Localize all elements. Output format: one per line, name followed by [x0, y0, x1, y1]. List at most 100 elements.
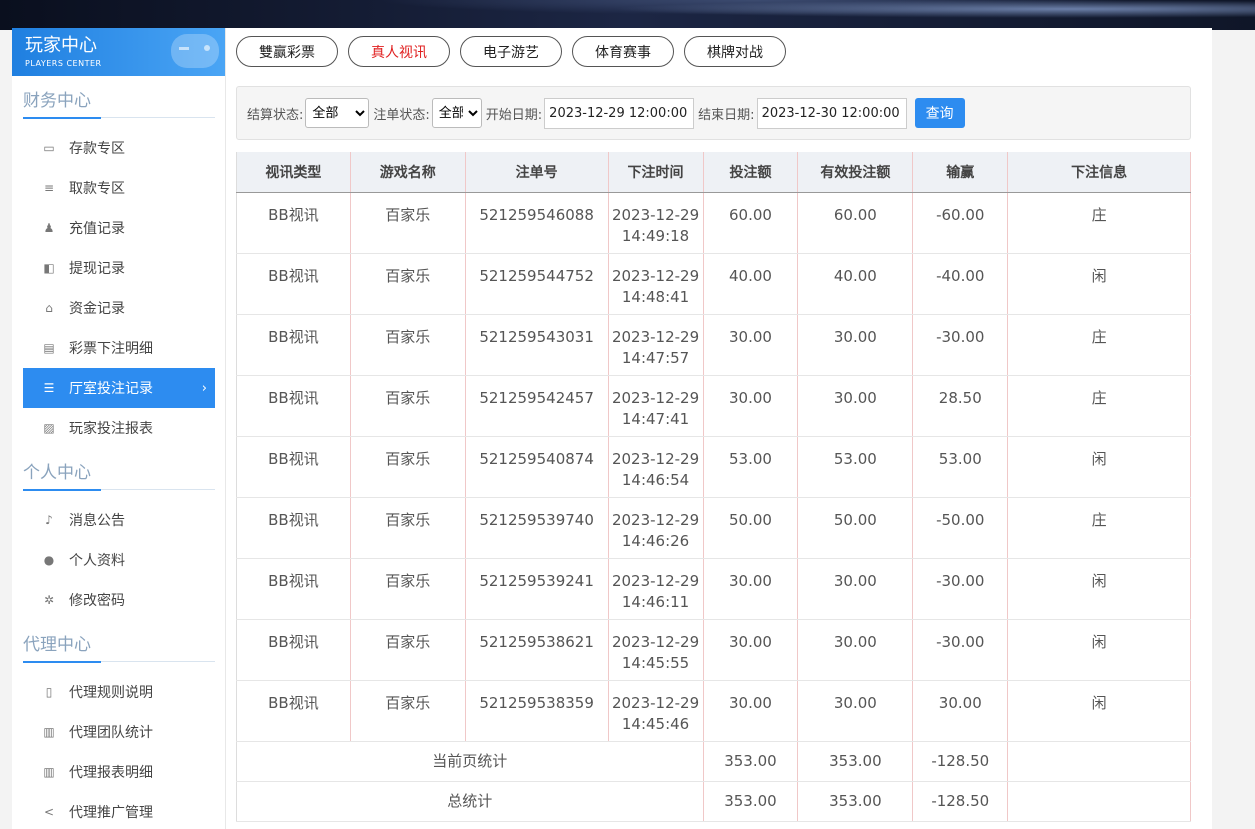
sidebar-item[interactable]: ♪ 消息公告 [23, 500, 215, 540]
cell-game: 百家乐 [350, 680, 466, 742]
bet-clock-time: 14:46:26 [621, 531, 690, 550]
wallet-icon: ◧ [43, 261, 55, 275]
summary-label: 总统计 [236, 781, 704, 822]
column-header: 视讯类型 [236, 152, 351, 193]
table-row: BB视讯 百家乐 521259544752 2023-12-29 14:48:41 40.… [236, 253, 1191, 315]
cell-bet-amount: 30.00 [703, 375, 799, 437]
moneybag-icon: ♟ [43, 221, 55, 235]
bet-status-select[interactable]: 全部 [431, 98, 482, 128]
cell-bet-time: 2023-12-29 14:49:18 [608, 192, 704, 254]
cell-bet-amount: 30.00 [703, 558, 799, 620]
summary-bet: 353.00 [703, 781, 799, 822]
cell-bet-id: 521259546088 [465, 192, 609, 254]
cell-bet-time: 2023-12-29 14:46:11 [608, 558, 704, 620]
cell-type: BB视讯 [236, 619, 351, 681]
bet-clock-time: 14:47:57 [621, 348, 690, 367]
cell-game: 百家乐 [350, 192, 466, 254]
cell-win-loss: -30.00 [912, 619, 1009, 681]
cell-valid-amount: 30.00 [797, 680, 914, 742]
settle-status-label: 结算状态: [247, 107, 304, 123]
sidebar-item[interactable]: ☰ 厅室投注记录 › [23, 368, 215, 408]
sidebar-item[interactable]: ● 个人资料 [23, 540, 215, 580]
bet-clock-time: 14:46:54 [621, 470, 690, 489]
cell-bet-id: 521259544752 [465, 253, 609, 315]
tab-button[interactable]: 雙赢彩票 [236, 36, 338, 67]
cell-bet-amount: 60.00 [703, 192, 799, 254]
sidebar-item-label: 充值记录 [69, 221, 125, 237]
table-row: BB视讯 百家乐 521259539241 2023-12-29 14:46:11 30.… [236, 558, 1191, 620]
sidebar-item-label: 消息公告 [69, 513, 125, 529]
sidebar-item[interactable]: ≡ 取款专区 [23, 168, 215, 208]
main-content: 雙赢彩票 真人视讯 电子游艺 体育赛事 棋牌对战 结算状态: 全部 注单状态: 全部 开… [226, 28, 1212, 829]
cell-win-loss: -30.00 [912, 558, 1009, 620]
cell-valid-amount: 30.00 [797, 619, 914, 681]
sidebar-item[interactable]: ▭ 存款专区 [23, 128, 215, 168]
settle-status-select[interactable]: 全部 [305, 98, 370, 128]
column-header: 注单号 [465, 152, 609, 193]
table-row: BB视讯 百家乐 521259542457 2023-12-29 14:47:41 30.… [236, 375, 1191, 437]
tab-button[interactable]: 电子游艺 [460, 36, 562, 67]
cell-valid-amount: 30.00 [797, 558, 914, 620]
sidebar-item-label: 厅室投注记录 [69, 381, 153, 397]
cell-bet-info: 闲 [1007, 680, 1191, 742]
cell-win-loss: -30.00 [912, 314, 1009, 376]
sidebar-menu: ♪ 消息公告 ● 个人资料 ✲ 修改密码 [23, 500, 215, 620]
sidebar-item-label: 玩家投注报表 [69, 421, 153, 437]
start-date-input[interactable] [544, 97, 695, 129]
sidebar-item[interactable]: ⌂ 资金记录 [23, 288, 215, 328]
summary-row: 总统计 353.00 353.00 -128.50 [236, 781, 1191, 822]
sidebar-item[interactable]: ▤ 彩票下注明细 [23, 328, 215, 368]
cell-bet-info: 闲 [1007, 253, 1191, 315]
sidebar-section-title: 个人中心 [23, 458, 215, 491]
bet-clock-time: 14:45:55 [621, 653, 690, 672]
bet-date: 2023-12-29 [611, 449, 700, 468]
cell-win-loss: 53.00 [912, 436, 1009, 498]
bet-clock-time: 14:46:11 [621, 592, 690, 611]
end-date-input[interactable] [756, 97, 907, 129]
sidebar-item[interactable]: ▥ 代理团队统计 [23, 712, 215, 752]
sidebar-item[interactable]: ◧ 提现记录 [23, 248, 215, 288]
bank-icon: ⌂ [45, 301, 53, 315]
tab-button[interactable]: 真人视讯 [348, 36, 450, 67]
cell-bet-time: 2023-12-29 14:45:55 [608, 619, 704, 681]
cell-bet-info: 庄 [1007, 192, 1191, 254]
sidebar-item[interactable]: ▯ 代理规则说明 [23, 672, 215, 712]
sidebar-item[interactable]: ▥ 代理报表明细 [23, 752, 215, 792]
sidebar: 玩家中心 PLAYERS CENTER 财务中心 ▭ 存款专区 ≡ 取款专区 ♟ 充值记录 ◧… [12, 28, 226, 829]
bet-date: 2023-12-29 [611, 571, 700, 590]
tab-button[interactable]: 棋牌对战 [684, 36, 786, 67]
sidebar-item-label: 代理报表明细 [69, 765, 153, 781]
bet-clock-time: 14:49:18 [621, 226, 690, 245]
end-date-label: 结束日期: [698, 107, 755, 123]
sidebar-item[interactable]: < 代理推广管理 [23, 792, 215, 829]
bet-clock-time: 14:47:41 [621, 409, 690, 428]
query-button[interactable]: 查询 [914, 98, 965, 128]
sidebar-item-label: 代理推广管理 [69, 805, 153, 821]
sidebar-item[interactable]: ▨ 玩家投注报表 [23, 408, 215, 448]
bet-clock-time: 14:48:41 [621, 287, 690, 306]
summary-empty [1007, 741, 1191, 782]
image-icon: ▨ [43, 421, 55, 435]
cell-bet-id: 521259538359 [465, 680, 609, 742]
cell-valid-amount: 30.00 [797, 314, 914, 376]
cell-game: 百家乐 [350, 253, 466, 315]
cell-bet-amount: 30.00 [703, 680, 799, 742]
sidebar-item[interactable]: ✲ 修改密码 [23, 580, 215, 620]
cell-bet-id: 521259538621 [465, 619, 609, 681]
column-header: 游戏名称 [350, 152, 466, 193]
cell-game: 百家乐 [350, 436, 466, 498]
table-header-row: 视讯类型 游戏名称 注单号 下注时间 投注额 有效投注额 输赢 下注信息 [236, 152, 1191, 193]
background-banner [0, 0, 1255, 30]
summary-win: -128.50 [912, 781, 1009, 822]
bet-status-label: 注单状态: [373, 107, 430, 123]
sidebar-item-label: 代理团队统计 [69, 725, 153, 741]
sidebar-section-title: 财务中心 [23, 86, 215, 119]
cell-bet-amount: 40.00 [703, 253, 799, 315]
gear-icon: ✲ [43, 593, 55, 607]
filter-bar: 结算状态: 全部 注单状态: 全部 开始日期: 结束日期: 查询 [236, 86, 1191, 140]
gamepad-icon [171, 34, 219, 68]
table-body: BB视讯 百家乐 521259546088 2023-12-29 14:49:18 60.… [236, 192, 1191, 822]
records-icon: ☰ [43, 381, 55, 395]
sidebar-item[interactable]: ♟ 充值记录 [23, 208, 215, 248]
tab-button[interactable]: 体育赛事 [572, 36, 674, 67]
